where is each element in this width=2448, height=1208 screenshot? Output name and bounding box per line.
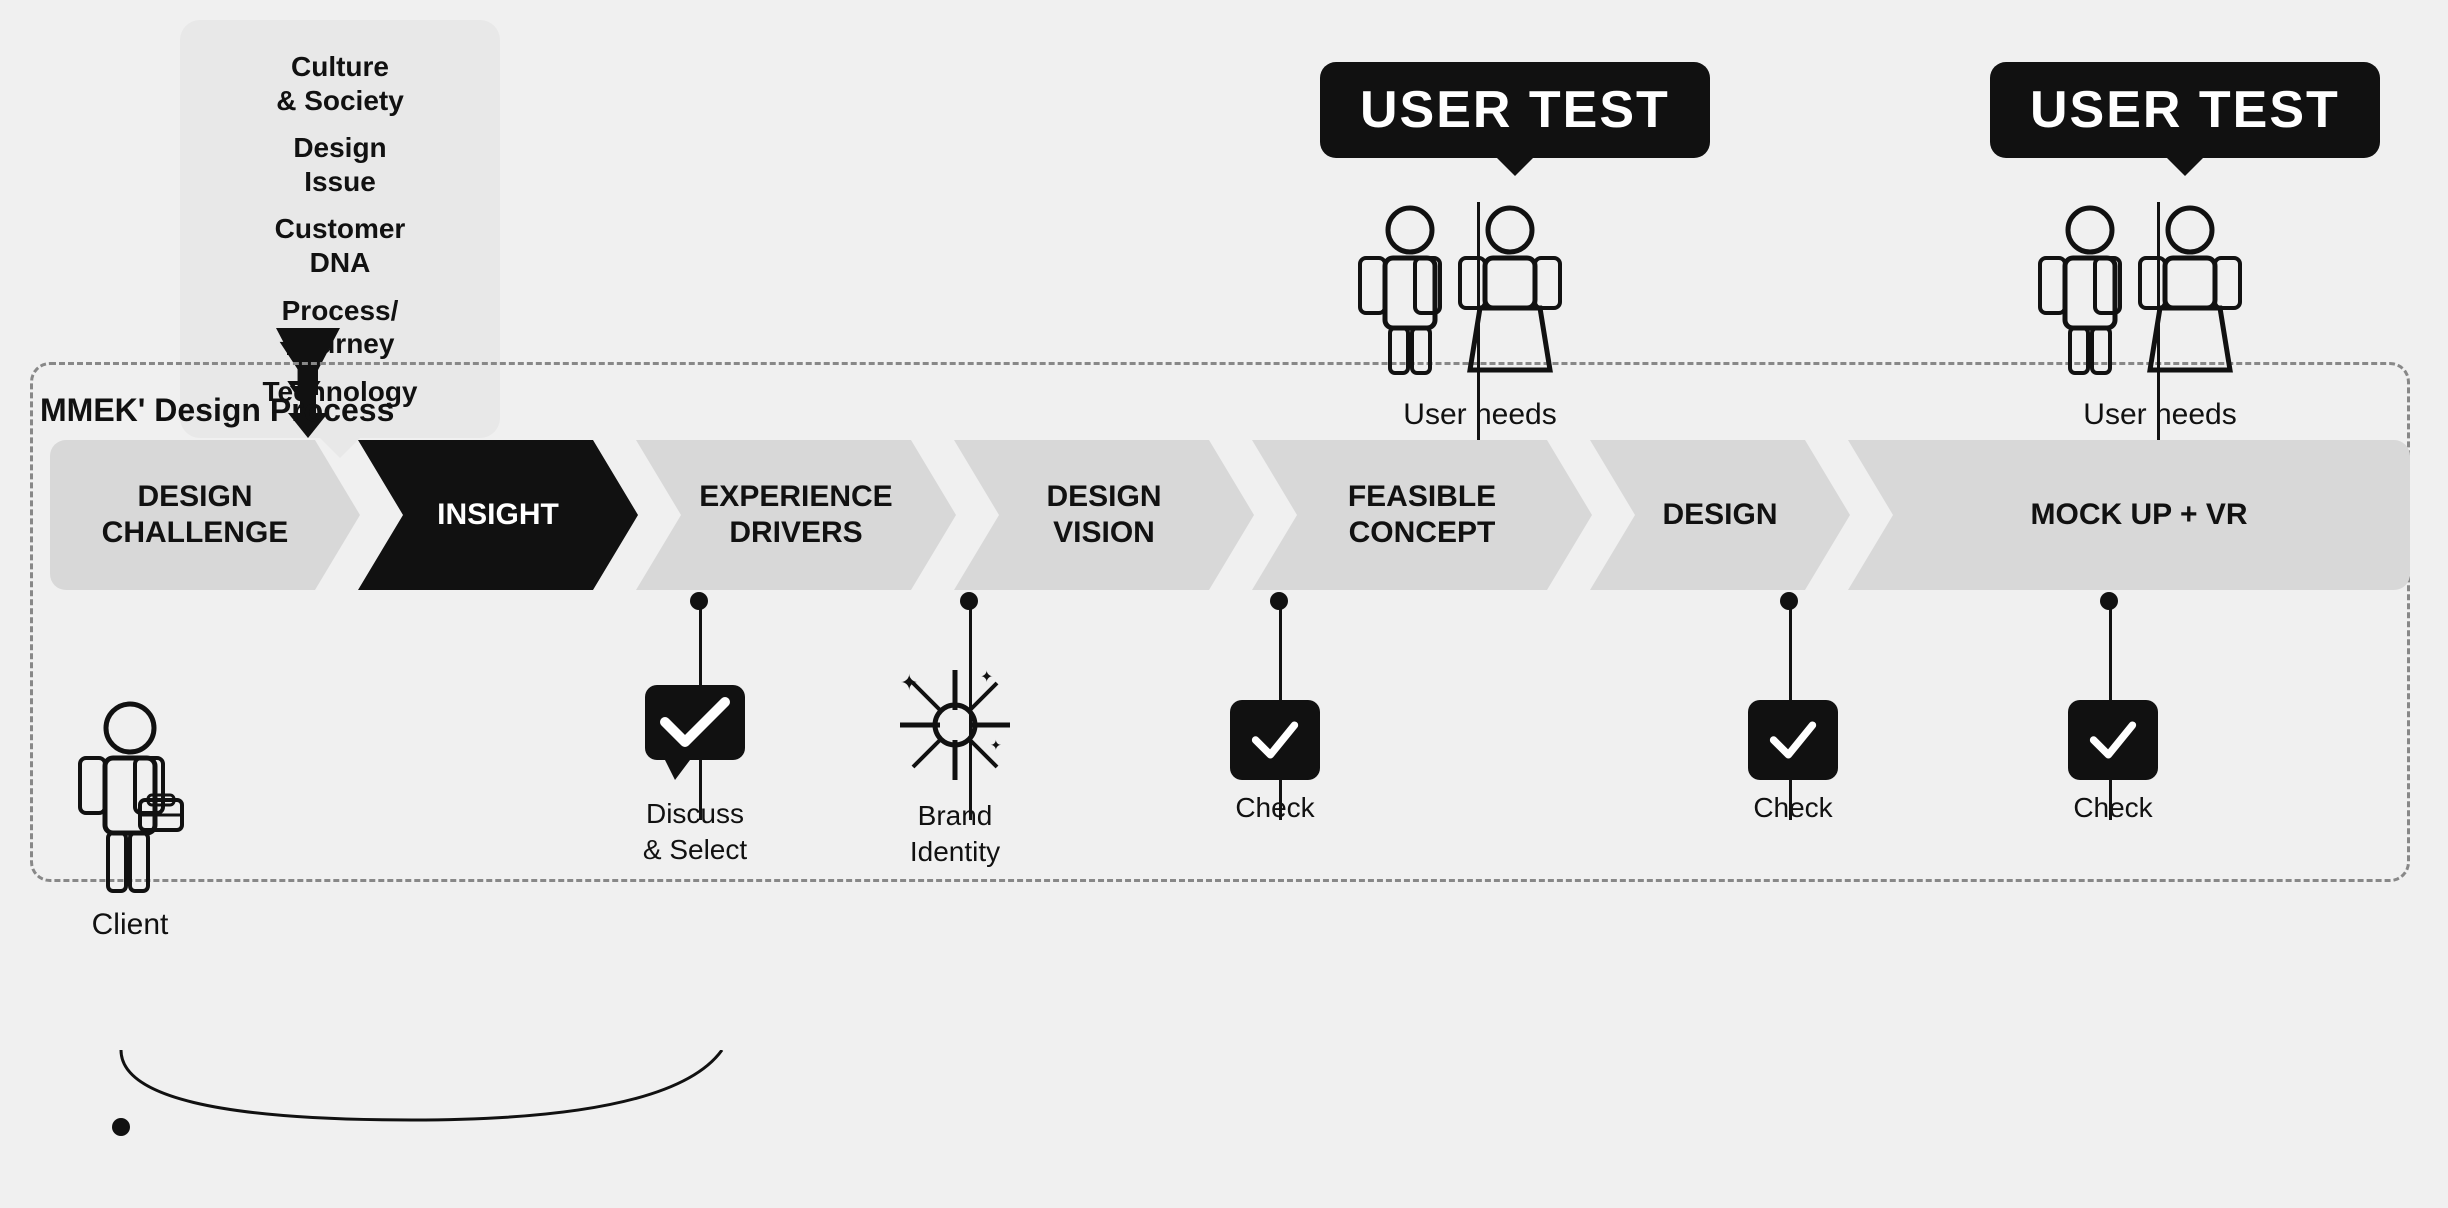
brand-identity-label: BrandIdentity <box>910 798 1000 871</box>
user-test-2-vline <box>2157 202 2160 450</box>
bubble-item-2: DesignIssue <box>210 131 470 198</box>
check-2-area: Check <box>1748 700 1838 824</box>
user-needs-label-2: User needs <box>2040 398 2280 432</box>
user-test-persons-2 <box>2020 200 2300 380</box>
svg-text:✦: ✦ <box>980 669 993 686</box>
check-2-label: Check <box>1753 792 1832 824</box>
user-test-persons-1 <box>1340 200 1620 380</box>
main-container: Culture& Society DesignIssue CustomerDNA… <box>0 0 2448 1208</box>
user-needs-label-1: User needs <box>1360 398 1600 432</box>
client-area: Client <box>60 700 200 942</box>
client-curve-line <box>112 1050 732 1130</box>
check-1-badge <box>1230 700 1320 780</box>
step-feasible-concept: FEASIBLECONCEPT <box>1252 440 1592 590</box>
check-2-badge <box>1748 700 1838 780</box>
check-3-area: Check <box>2068 700 2158 824</box>
discuss-icon <box>640 680 750 780</box>
svg-text:✦: ✦ <box>900 670 918 695</box>
check-3-badge <box>2068 700 2158 780</box>
step-design-vision: DESIGNVISION <box>954 440 1254 590</box>
discuss-select-area: Discuss& Select <box>640 680 750 869</box>
step-design-challenge: DESIGNCHALLENGE <box>50 440 360 590</box>
svg-text:✦: ✦ <box>990 737 1002 753</box>
bubble-item-1: Culture& Society <box>210 50 470 117</box>
step-mock-up-vr: MOCK UP + VR <box>1848 440 2410 590</box>
client-icon <box>60 700 200 900</box>
bubble-item-3: CustomerDNA <box>210 212 470 279</box>
brand-identity-area: ✦ ✦ ✦ BrandIdentity <box>890 660 1020 871</box>
check-1-label: Check <box>1235 792 1314 824</box>
step-design: DESIGN <box>1590 440 1850 590</box>
discuss-select-label: Discuss& Select <box>643 796 747 869</box>
process-bar: DESIGNCHALLENGE INSIGHT EXPERIENCEDRIVER… <box>50 440 2410 590</box>
user-test-bubble-1: USER TEST <box>1320 62 1710 158</box>
check-1-area: Check <box>1230 700 1320 824</box>
user-test-bubble-2: USER TEST <box>1990 62 2380 158</box>
check-3-label: Check <box>2073 792 2152 824</box>
user-test-1-vline <box>1477 202 1480 450</box>
mmek-label: MMEK' Design Process <box>40 392 394 429</box>
client-label: Client <box>92 908 169 942</box>
step-insight: INSIGHT <box>358 440 638 590</box>
brand-identity-icon: ✦ ✦ ✦ <box>890 660 1020 790</box>
step-experience-drivers: EXPERIENCEDRIVERS <box>636 440 956 590</box>
